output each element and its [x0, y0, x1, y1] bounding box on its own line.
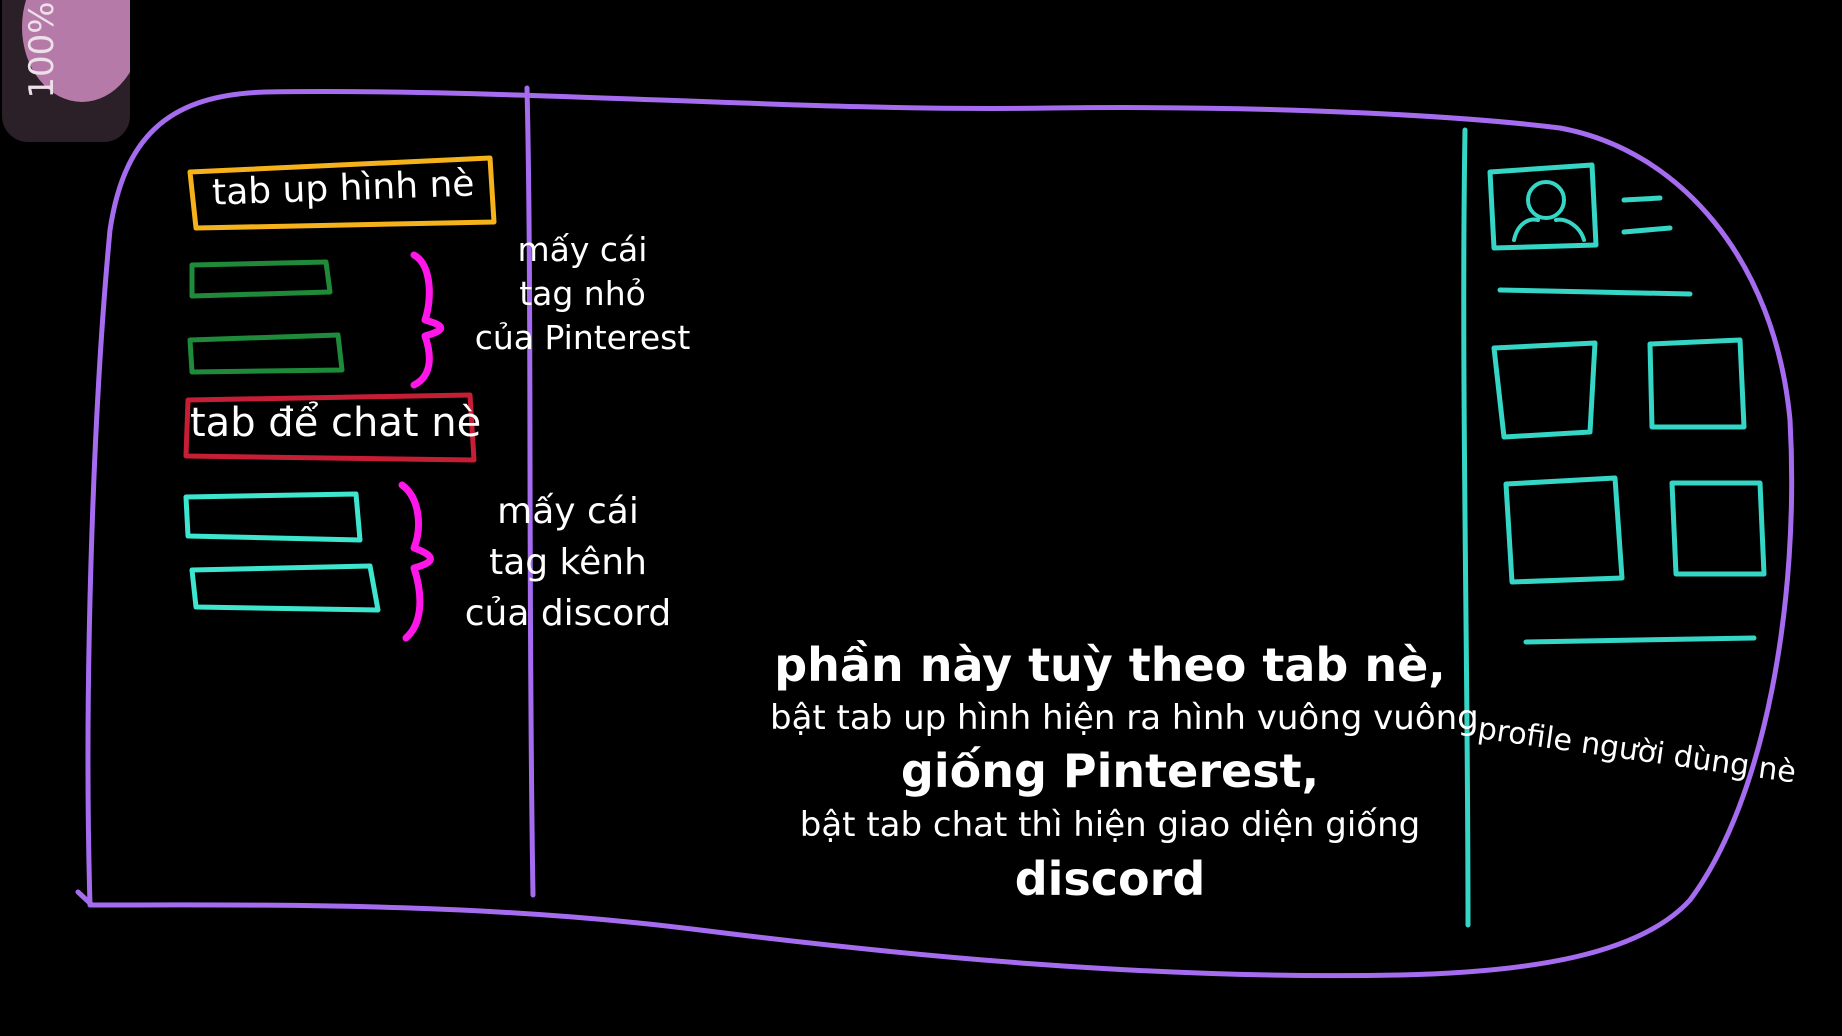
profile-name-line-1: [1621, 195, 1663, 203]
discord-channel-tag-2: [189, 563, 381, 613]
main-description-line-3: giống Pinterest,: [900, 744, 1320, 798]
pinterest-tags-note: mấy cái tag nhỏ của Pinterest: [470, 228, 695, 360]
profile-grid-square-3: [1503, 475, 1625, 585]
profile-avatar: [1487, 162, 1599, 251]
user-icon: [1526, 180, 1566, 220]
pinterest-tags-note-line-1: mấy cái: [517, 230, 648, 269]
pinterest-tag-2: [187, 332, 345, 375]
discord-tags-note: mấy cái tag kênh của discord: [452, 486, 684, 639]
pinterest-tags-brace: [410, 251, 445, 389]
profile-grid-square-4: [1669, 480, 1767, 577]
discord-channel-tag-1: [183, 491, 363, 543]
discord-tags-brace: [398, 481, 434, 642]
profile-name-line-2: [1621, 225, 1673, 235]
profile-separator-bottom: [1523, 635, 1757, 645]
profile-panel-divider: [1461, 127, 1471, 928]
profile-grid-square-1: [1491, 340, 1598, 440]
discord-tags-note-line-2: tag kênh: [489, 542, 647, 583]
pinterest-tag-1: [189, 259, 333, 299]
main-description-line-4: bật tab chat thì hiện giao diện giống: [799, 805, 1421, 845]
discord-tags-note-line-3: của discord: [464, 593, 672, 634]
profile-separator-top: [1497, 287, 1693, 297]
main-area-description: phần này tuỳ theo tab nè, bật tab up hìn…: [770, 636, 1479, 908]
discord-tags-note-line-1: mấy cái: [497, 491, 639, 532]
main-description-line-2: bật tab up hình hiện ra hình vuông vuông: [770, 698, 1479, 738]
chat-tab-label: tab để chat nè: [190, 400, 482, 446]
main-description-line-5: discord: [1014, 852, 1206, 906]
profile-grid-square-2: [1647, 337, 1747, 430]
pinterest-tags-note-line-3: của Pinterest: [474, 318, 691, 357]
main-description-line-1: phần này tuỳ theo tab nè,: [774, 638, 1446, 692]
pinterest-tags-note-line-2: tag nhỏ: [519, 274, 646, 313]
